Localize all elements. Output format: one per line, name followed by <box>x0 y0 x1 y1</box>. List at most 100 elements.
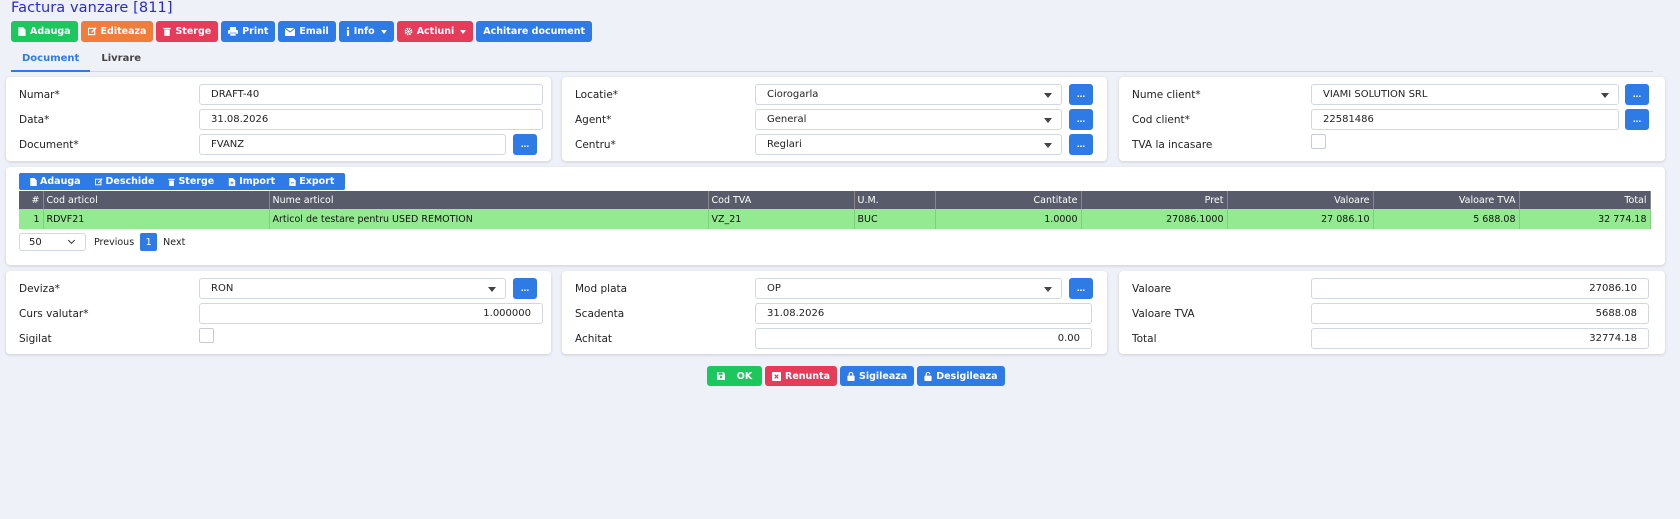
total-input[interactable]: 32774.18 <box>1311 328 1649 349</box>
achitat-input[interactable]: 0.00 <box>755 328 1092 349</box>
page-size-value: 50 <box>29 236 42 248</box>
locatie-select[interactable]: Ciorogarla <box>755 84 1062 105</box>
grid-import-button[interactable]: Import <box>221 176 282 187</box>
grid-delete-button[interactable]: Sterge <box>161 176 221 187</box>
next-page-link[interactable]: Next <box>157 237 191 248</box>
table-row[interactable]: 1 RDVF21 Articol de testare pentru USED … <box>19 209 1651 229</box>
column-header[interactable]: Valoare TVA <box>1373 191 1520 209</box>
agent-select[interactable]: General <box>755 109 1062 130</box>
centru-select[interactable]: Reglari <box>755 134 1062 155</box>
column-header[interactable]: Pret <box>1081 191 1228 209</box>
mod-plata-select[interactable]: OP <box>755 278 1062 299</box>
page-number-button[interactable]: 1 <box>140 233 158 251</box>
agent-value: General <box>767 114 807 125</box>
column-header[interactable]: Total <box>1519 191 1651 209</box>
caret-down-icon <box>488 287 496 292</box>
page-size-select[interactable]: 50 <box>19 233 86 251</box>
tab-livrare[interactable]: Livrare <box>90 50 152 72</box>
email-button[interactable]: Email <box>278 21 336 42</box>
unseal-button[interactable]: Desigileaza <box>917 366 1005 386</box>
sigilat-checkbox[interactable] <box>199 328 214 343</box>
agent-lookup-button[interactable]: ... <box>1069 109 1093 130</box>
table-cell: BUC <box>854 209 936 229</box>
printer-icon <box>228 27 239 36</box>
document-lookup-button[interactable]: ... <box>513 134 537 155</box>
print-button[interactable]: Print <box>221 21 276 42</box>
grid-export-button[interactable]: Export <box>282 176 341 187</box>
column-header[interactable]: Nume articol <box>269 191 709 209</box>
edit-button[interactable]: Editeaza <box>80 21 154 42</box>
pay-document-button[interactable]: Achitare document <box>476 21 593 42</box>
close-square-icon <box>772 371 781 381</box>
column-header[interactable]: Cantitate <box>935 191 1082 209</box>
grid-add-button[interactable]: Adauga <box>23 176 88 187</box>
file-icon <box>30 177 37 186</box>
valoare-tva-label: Valoare TVA <box>1132 308 1195 320</box>
valoare-input[interactable]: 27086.10 <box>1311 278 1649 299</box>
deviza-lookup-button[interactable]: ... <box>513 278 537 299</box>
deviza-value: RON <box>211 283 234 294</box>
tva-incasare-label: TVA la incasare <box>1132 139 1213 151</box>
cod-client-label: Cod client* <box>1132 114 1190 126</box>
grid-export-label: Export <box>299 176 335 187</box>
add-button[interactable]: Adauga <box>11 21 78 42</box>
footer-actions: OK Renunta Sigileaza Desigileaza <box>707 366 1005 386</box>
caret-down-icon <box>1044 287 1052 292</box>
deviza-select[interactable]: RON <box>199 278 506 299</box>
centru-lookup-button[interactable]: ... <box>1069 134 1093 155</box>
chevron-down-icon <box>67 236 76 245</box>
nume-client-label: Nume client* <box>1132 89 1201 101</box>
curs-valutar-input[interactable]: 1.000000 <box>199 303 543 324</box>
tva-incasare-checkbox[interactable] <box>1311 134 1326 149</box>
mod-plata-label: Mod plata <box>575 283 628 295</box>
ok-button[interactable]: OK <box>707 366 762 386</box>
envelope-icon <box>285 27 296 36</box>
column-header[interactable]: # <box>19 191 44 209</box>
agent-label: Agent* <box>575 114 612 126</box>
locatie-label: Locatie* <box>575 89 619 101</box>
scadenta-label: Scadenta <box>575 308 625 320</box>
seal-button[interactable]: Sigileaza <box>840 366 915 386</box>
previous-page-link[interactable]: Previous <box>88 237 140 248</box>
data-label: Data* <box>19 114 50 126</box>
column-header[interactable]: Cod TVA <box>708 191 855 209</box>
document-input[interactable]: FVANZ <box>199 134 506 155</box>
cod-client-lookup-button[interactable]: ... <box>1625 109 1649 130</box>
edit-icon <box>87 27 97 36</box>
table-cell: 27 086.10 <box>1227 209 1374 229</box>
actions-dropdown-button[interactable]: Actiuni <box>396 21 474 42</box>
numar-input[interactable]: DRAFT-40 <box>199 84 543 105</box>
achitat-label: Achitat <box>575 333 613 345</box>
nume-client-select[interactable]: VIAMI SOLUTION SRL <box>1311 84 1619 105</box>
client-lookup-button[interactable]: ... <box>1625 84 1649 105</box>
valoare-label: Valoare <box>1132 283 1172 295</box>
gear-icon <box>404 27 413 36</box>
article-code-link[interactable]: RDVF21 <box>43 209 270 229</box>
column-header[interactable]: U.M. <box>854 191 936 209</box>
column-header[interactable]: Valoare <box>1227 191 1374 209</box>
info-dropdown-button[interactable]: Info <box>338 21 394 42</box>
centru-label: Centru* <box>575 139 616 151</box>
locatie-value: Ciorogarla <box>767 89 819 100</box>
trash-icon <box>168 178 176 186</box>
document-card: Numar* DRAFT-40 Data* 31.08.2026 Documen… <box>6 77 551 161</box>
ok-button-label: OK <box>736 370 753 382</box>
cancel-button[interactable]: Renunta <box>765 366 837 386</box>
column-header[interactable]: Cod articol <box>43 191 270 209</box>
delete-button[interactable]: Sterge <box>156 21 219 42</box>
actions-button-label: Actiuni <box>416 26 455 37</box>
file-import-icon <box>229 177 236 186</box>
valoare-tva-input[interactable]: 5688.08 <box>1311 303 1649 324</box>
grid-open-button[interactable]: Deschide <box>88 176 162 187</box>
scadenta-input[interactable]: 31.08.2026 <box>755 303 1092 324</box>
tab-document[interactable]: Document <box>11 50 91 72</box>
mod-plata-lookup-button[interactable]: ... <box>1069 278 1093 299</box>
caret-down-icon <box>1044 143 1052 148</box>
table-cell: 1 <box>19 209 44 229</box>
grid-import-label: Import <box>239 176 276 187</box>
cod-client-input[interactable]: 22581486 <box>1311 109 1619 130</box>
locatie-lookup-button[interactable]: ... <box>1069 84 1093 105</box>
pagination: 50 Previous 1 Next <box>19 233 191 251</box>
table-cell: Articol de testare pentru USED REMOTION <box>269 209 709 229</box>
data-input[interactable]: 31.08.2026 <box>199 109 543 130</box>
